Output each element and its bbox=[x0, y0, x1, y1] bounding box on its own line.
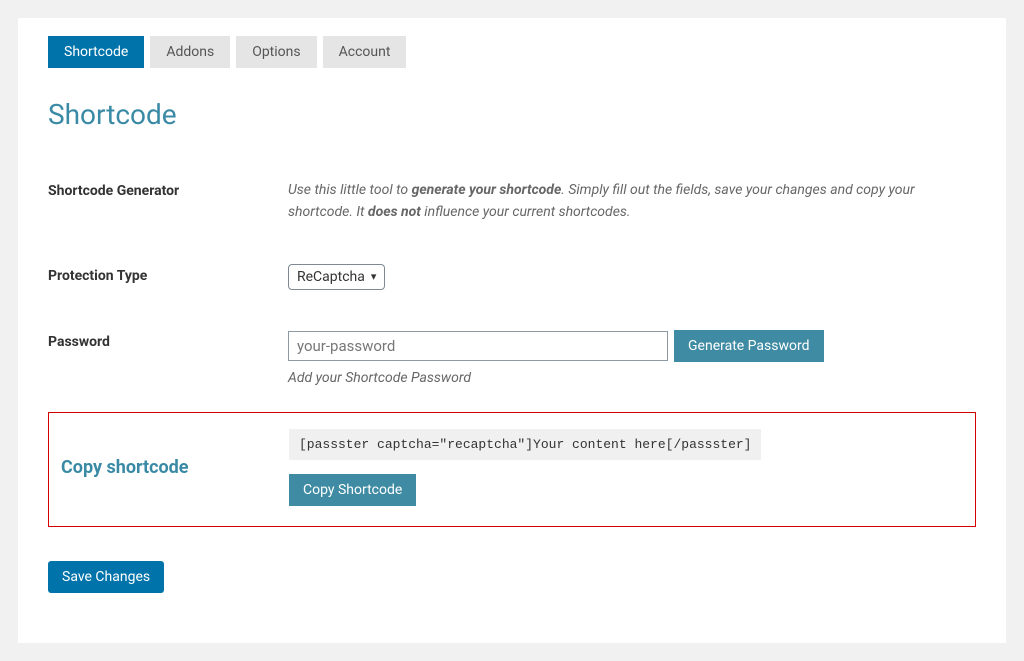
label-generator: Shortcode Generator bbox=[48, 179, 288, 199]
shortcode-output[interactable]: [passster captcha="recaptcha"]Your conte… bbox=[289, 429, 761, 460]
copy-shortcode-button[interactable]: Copy Shortcode bbox=[289, 474, 416, 506]
tab-account[interactable]: Account bbox=[323, 36, 407, 68]
row-generator: Shortcode Generator Use this little tool… bbox=[48, 159, 976, 244]
desc-text: Use this little tool to bbox=[288, 182, 412, 198]
tab-addons[interactable]: Addons bbox=[150, 36, 230, 68]
page-title: Shortcode bbox=[48, 98, 976, 131]
save-changes-button[interactable]: Save Changes bbox=[48, 561, 164, 593]
label-copy-shortcode: Copy shortcode bbox=[49, 457, 289, 478]
copy-shortcode-section: Copy shortcode [passster captcha="recapt… bbox=[48, 412, 976, 527]
row-protection-type: Protection Type ReCaptcha ▾ bbox=[48, 244, 976, 310]
select-value: ReCaptcha bbox=[297, 269, 365, 285]
protection-type-select[interactable]: ReCaptcha ▾ bbox=[288, 264, 385, 290]
label-protection-type: Protection Type bbox=[48, 264, 288, 284]
desc-bold: does not bbox=[368, 204, 421, 220]
password-input[interactable] bbox=[288, 331, 668, 361]
tab-options[interactable]: Options bbox=[236, 36, 316, 68]
generate-password-button[interactable]: Generate Password bbox=[674, 330, 824, 362]
password-hint: Add your Shortcode Password bbox=[288, 370, 976, 386]
row-password: Password Generate Password Add your Shor… bbox=[48, 310, 976, 406]
desc-text: influence your current shortcodes. bbox=[421, 204, 631, 220]
tabs-nav: Shortcode Addons Options Account bbox=[48, 18, 976, 68]
generator-description: Use this little tool to generate your sh… bbox=[288, 179, 976, 224]
label-password: Password bbox=[48, 330, 288, 350]
tab-shortcode[interactable]: Shortcode bbox=[48, 36, 144, 68]
settings-panel: Shortcode Addons Options Account Shortco… bbox=[18, 18, 1006, 643]
desc-bold: generate your shortcode bbox=[412, 182, 562, 198]
chevron-down-icon: ▾ bbox=[371, 270, 377, 283]
